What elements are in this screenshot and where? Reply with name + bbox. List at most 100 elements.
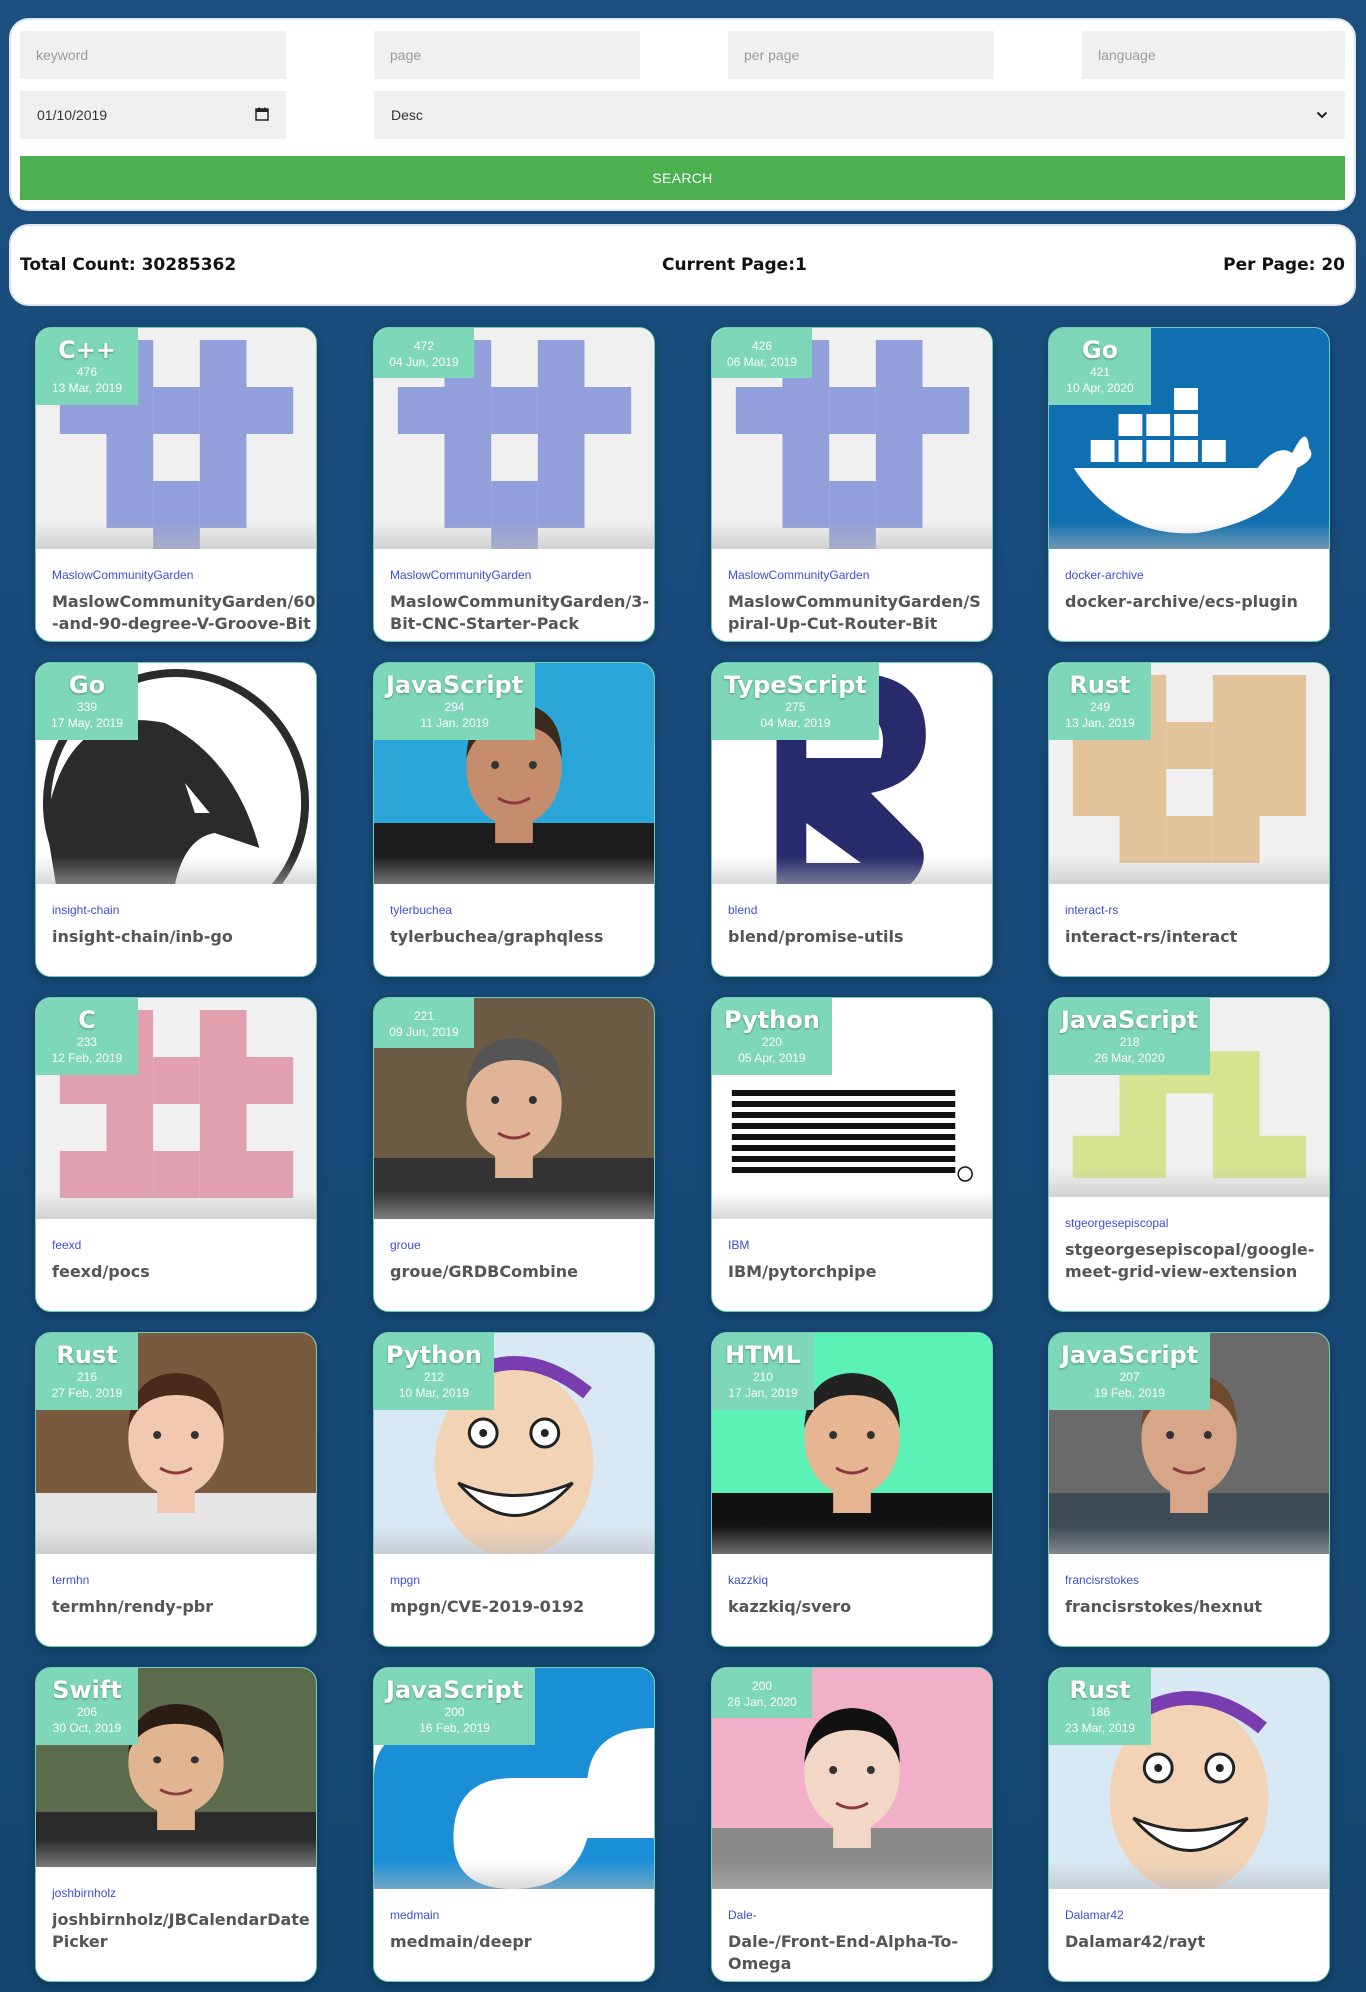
repo-date: 11 Jan, 2019: [420, 716, 489, 730]
total-count: Total Count: 30285362: [20, 255, 237, 275]
repo-owner-link[interactable]: mpgn: [390, 1573, 420, 1587]
repo-date: 09 Jun, 2019: [389, 1025, 459, 1039]
repo-date: 13 Jan, 2019: [1065, 716, 1135, 730]
repo-card[interactable]: Swift 206 30 Oct, 2019 joshbirnholz joshbirn…: [35, 1667, 317, 1982]
repo-card[interactable]: Python 212 10 Mar, 2019 mpgn mpgn/CVE-2019-0…: [373, 1332, 655, 1647]
star-count: 233: [76, 1035, 98, 1049]
star-count: 212: [423, 1370, 444, 1384]
order-value: Desc: [391, 107, 423, 123]
language-label: Python: [386, 1341, 482, 1369]
repo-date: 19 Feb, 2019: [1094, 1386, 1165, 1400]
repo-name-link[interactable]: interact-rs/interact: [1065, 926, 1329, 948]
repo-name-link[interactable]: Dale-/Front-End-Alpha-To-Omega: [728, 1931, 992, 1975]
repo-name-link[interactable]: tylerbuchea/graphqless: [390, 926, 654, 948]
current-page: Current Page:1: [662, 255, 807, 275]
language-badge: JavaScript 294 11 Jan, 2019: [374, 663, 536, 740]
language-label: Go: [68, 671, 106, 699]
repo-owner-link[interactable]: MaslowCommunityGarden: [52, 568, 193, 582]
repo-card[interactable]: Rust 216 27 Feb, 2019 termhn termhn/rendy-pb…: [35, 1332, 317, 1647]
repo-owner-link[interactable]: kazzkiq: [728, 1573, 768, 1587]
repo-card[interactable]: Go 421 10 Apr, 2020 docker-archive docker-ar…: [1048, 327, 1330, 642]
repo-name-link[interactable]: joshbirnholz/JBCalendarDatePicker: [52, 1909, 316, 1953]
repo-card[interactable]: JavaScript 294 11 Jan, 2019 tylerbuchea tyle…: [373, 662, 655, 977]
repo-owner-link[interactable]: tylerbuchea: [390, 903, 452, 917]
page-input[interactable]: [374, 31, 640, 79]
repo-card[interactable]: 200 26 Jan, 2020 Dale- Dale-/Front-End-Alph…: [711, 1667, 993, 1982]
language-badge: 221 09 Jun, 2019: [374, 998, 474, 1048]
repo-card[interactable]: JavaScript 207 19 Feb, 2019 francisrstokes f…: [1048, 1332, 1330, 1647]
repo-name-link[interactable]: francisrstokes/hexnut: [1065, 1596, 1329, 1618]
repo-name-link[interactable]: groue/GRDBCombine: [390, 1261, 654, 1283]
repo-card[interactable]: Python 220 05 Apr, 2019 IBM IBM/pytorchpipe: [711, 997, 993, 1312]
star-count: 476: [76, 365, 98, 379]
repo-owner-link[interactable]: Dalamar42: [1065, 1908, 1124, 1922]
language-badge: Python 220 05 Apr, 2019: [712, 998, 832, 1075]
language-badge: JavaScript 207 19 Feb, 2019: [1049, 1333, 1211, 1410]
repo-owner-link[interactable]: interact-rs: [1065, 903, 1118, 917]
repo-owner-link[interactable]: MaslowCommunityGarden: [390, 568, 531, 582]
repo-card[interactable]: 221 09 Jun, 2019 groue groue/GRDBCombine: [373, 997, 655, 1312]
per-page-input[interactable]: [728, 31, 994, 79]
repo-name-link[interactable]: MaslowCommunityGarden/3-Bit-CNC-Starter-…: [390, 591, 654, 635]
star-count: 221: [413, 1009, 435, 1023]
order-select[interactable]: Desc: [374, 91, 1345, 139]
repo-name-link[interactable]: stgeorgesepiscopal/google-meet-grid-view…: [1065, 1239, 1329, 1283]
language-label: Python: [724, 1006, 820, 1034]
repo-owner-link[interactable]: IBM: [728, 1238, 749, 1252]
repo-name-link[interactable]: kazzkiq/svero: [728, 1596, 992, 1618]
repo-name-link[interactable]: termhn/rendy-pbr: [52, 1596, 316, 1618]
date-input[interactable]: 01/10/2019: [20, 91, 286, 139]
date-value: 01/10/2019: [37, 107, 108, 123]
repo-owner-link[interactable]: docker-archive: [1065, 568, 1144, 582]
repo-name-link[interactable]: IBM/pytorchpipe: [728, 1261, 992, 1283]
keyword-input[interactable]: [20, 31, 286, 79]
repo-name-link[interactable]: docker-archive/ecs-plugin: [1065, 591, 1329, 613]
language-badge: Rust 216 27 Feb, 2019: [36, 1333, 138, 1410]
repo-card[interactable]: Rust 249 13 Jan, 2019 interact-rs interact-r…: [1048, 662, 1330, 977]
repo-name-link[interactable]: mpgn/CVE-2019-0192: [390, 1596, 654, 1618]
repo-name-link[interactable]: Dalamar42/rayt: [1065, 1931, 1329, 1953]
stats-panel: Total Count: 30285362 Current Page:1 Per…: [9, 224, 1356, 306]
repo-card[interactable]: JavaScript 200 16 Feb, 2019 medmain medmain/…: [373, 1667, 655, 1982]
star-count: 207: [1119, 1370, 1140, 1384]
repo-name-link[interactable]: insight-chain/inb-go: [52, 926, 316, 948]
language-badge: 472 04 Jun, 2019: [374, 328, 474, 378]
repo-owner-link[interactable]: Dale-: [728, 1908, 757, 1922]
language-badge: Python 212 10 Mar, 2019: [374, 1333, 494, 1410]
language-badge: JavaScript 200 16 Feb, 2019: [374, 1668, 536, 1745]
language-badge: Swift 206 30 Oct, 2019: [36, 1668, 138, 1745]
repo-owner-link[interactable]: MaslowCommunityGarden: [728, 568, 869, 582]
repo-card[interactable]: TypeScript 275 04 Mar, 2019 blend blend/prom…: [711, 662, 993, 977]
star-count: 206: [76, 1705, 98, 1719]
repo-name-link[interactable]: MaslowCommunityGarden/Spiral-Up-Cut-Rout…: [728, 591, 992, 635]
repo-card[interactable]: JavaScript 218 26 Mar, 2020 stgeorgesepisco…: [1048, 997, 1330, 1312]
language-label: TypeScript: [724, 671, 867, 699]
repo-card[interactable]: C++ 476 13 Mar, 2019 MaslowCommunityGarden M…: [35, 327, 317, 642]
search-button[interactable]: SEARCH: [20, 156, 1345, 200]
repo-card[interactable]: 472 04 Jun, 2019 MaslowCommunityGarden Masl…: [373, 327, 655, 642]
repo-card[interactable]: 426 06 Mar, 2019 MaslowCommunityGarden Masl…: [711, 327, 993, 642]
repo-name-link[interactable]: feexd/pocs: [52, 1261, 316, 1283]
repo-owner-link[interactable]: blend: [728, 903, 757, 917]
repo-card[interactable]: C 233 12 Feb, 2019 feexd feexd/pocs: [35, 997, 317, 1312]
language-input[interactable]: [1082, 31, 1345, 79]
repo-owner-link[interactable]: francisrstokes: [1065, 1573, 1139, 1587]
repo-owner-link[interactable]: joshbirnholz: [52, 1886, 116, 1900]
repo-owner-link[interactable]: termhn: [52, 1573, 89, 1587]
repo-card[interactable]: HTML 210 17 Jan, 2019 kazzkiq kazzkiq/svero: [711, 1332, 993, 1647]
language-label: Rust: [1069, 1676, 1131, 1704]
repo-owner-link[interactable]: groue: [390, 1238, 421, 1252]
calendar-icon[interactable]: [255, 107, 269, 124]
repo-name-link[interactable]: blend/promise-utils: [728, 926, 992, 948]
repo-name-link[interactable]: MaslowCommunityGarden/60-and-90-degree-V…: [52, 591, 316, 635]
star-count: 294: [444, 700, 465, 714]
repo-name-link[interactable]: medmain/deepr: [390, 1931, 654, 1953]
repo-owner-link[interactable]: insight-chain: [52, 903, 119, 917]
repo-owner-link[interactable]: medmain: [390, 1908, 439, 1922]
star-count: 200: [444, 1705, 465, 1719]
repo-card[interactable]: Rust 186 23 Mar, 2019 Dalamar42 Dalamar42/ra…: [1048, 1667, 1330, 1982]
language-label: JavaScript: [386, 1676, 524, 1704]
repo-card[interactable]: Go 339 17 May, 2019 insight-chain insight-ch…: [35, 662, 317, 977]
repo-owner-link[interactable]: feexd: [52, 1238, 81, 1252]
repo-owner-link[interactable]: stgeorgesepiscopal: [1065, 1216, 1168, 1230]
